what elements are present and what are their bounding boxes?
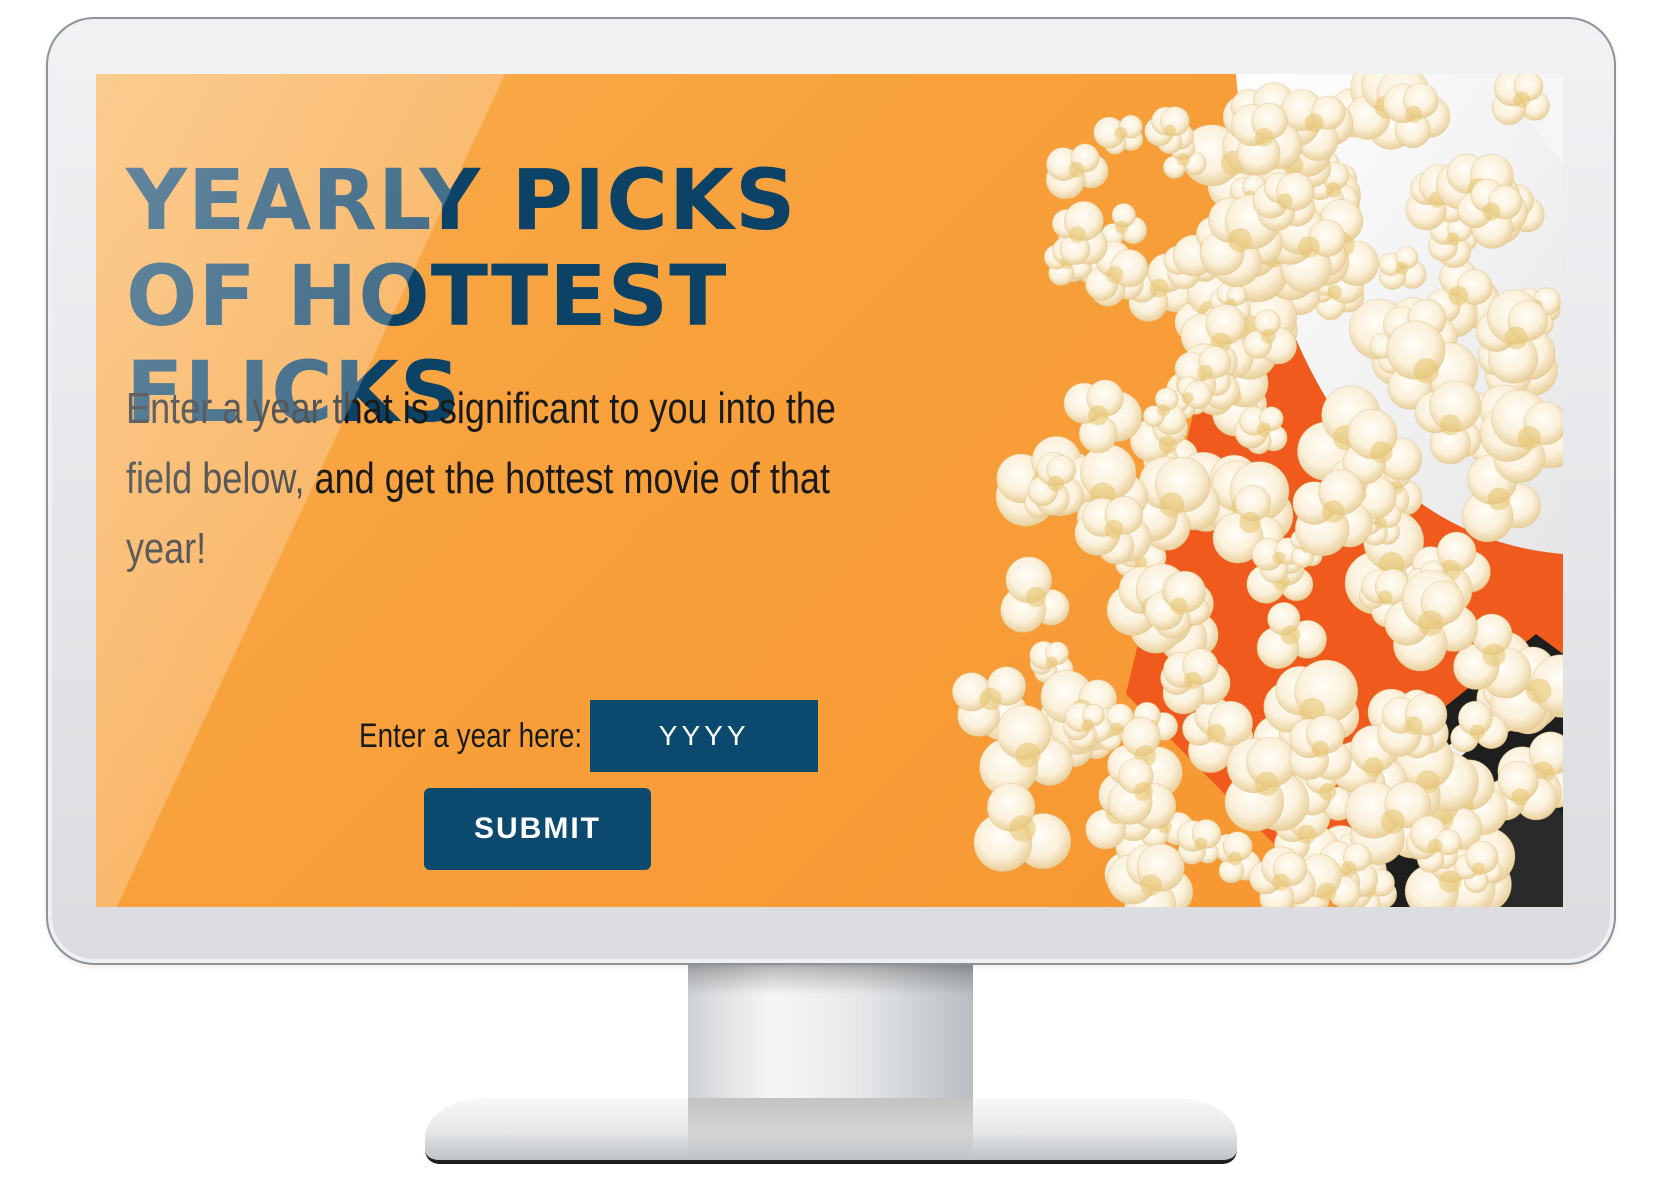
year-input[interactable] bbox=[590, 700, 819, 772]
year-label: Enter a year here: bbox=[358, 716, 583, 755]
intro-text: Enter a year that is significant to you … bbox=[126, 384, 836, 573]
popcorn-kernel bbox=[1074, 495, 1151, 565]
monitor-mockup: YEARLY PICKS OF HOTTEST FLICKS Enter a y… bbox=[0, 0, 1660, 1180]
popcorn-kernel bbox=[1045, 143, 1109, 200]
popcorn-kernel bbox=[1288, 714, 1352, 781]
popcorn-kernel bbox=[973, 782, 1072, 872]
submit-button[interactable]: SUBMIT bbox=[424, 788, 651, 870]
popcorn-kernel bbox=[1377, 693, 1449, 759]
monitor-stand-base-shade bbox=[688, 1098, 973, 1158]
popcorn-kernel bbox=[1144, 106, 1194, 155]
popcorn-kernel bbox=[1100, 203, 1148, 247]
popcorn-kernel bbox=[1093, 114, 1144, 155]
popcorn-kernel bbox=[1491, 74, 1550, 126]
monitor-stand-shadow bbox=[688, 965, 973, 995]
popcorn-kernels bbox=[951, 74, 1563, 907]
screen: YEARLY PICKS OF HOTTEST FLICKS Enter a y… bbox=[96, 74, 1563, 907]
year-form: Enter a year here: bbox=[310, 700, 819, 772]
popcorn-kernel bbox=[1176, 819, 1222, 865]
popcorn-kernel bbox=[1000, 556, 1070, 633]
